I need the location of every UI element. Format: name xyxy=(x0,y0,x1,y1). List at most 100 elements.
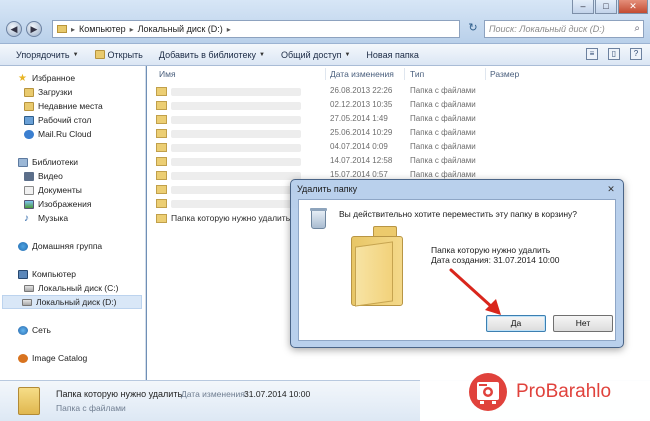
music-icon: ♪ xyxy=(24,212,29,224)
nav-video[interactable]: Видео xyxy=(24,170,63,182)
nav-computer[interactable]: Компьютер xyxy=(18,268,76,280)
row-date: 26.08.2013 22:26 xyxy=(330,86,393,95)
window-titlebar: – □ ✕ ◀ ▶ ▸ Компьютер ▸ Локальный диск (… xyxy=(0,0,650,44)
table-row[interactable]: 26.08.2013 22:26 Папка с файлами xyxy=(147,86,647,97)
organize-button[interactable]: Упорядочить ▼ xyxy=(8,46,87,64)
nav-desktop[interactable]: Рабочий стол xyxy=(24,114,91,126)
organize-label: Упорядочить xyxy=(16,49,70,60)
folder-icon xyxy=(57,25,67,33)
row-type: Папка с файлами xyxy=(410,142,476,151)
table-row[interactable]: 04.07.2014 0:09 Папка с файлами xyxy=(147,142,647,153)
nav-network[interactable]: Сеть xyxy=(18,324,51,336)
table-row[interactable]: 25.06.2014 10:29 Папка с файлами xyxy=(147,128,647,139)
dialog-body: Вы действительно хотите переместить эту … xyxy=(298,199,616,341)
maximize-icon[interactable]: □ xyxy=(595,0,617,14)
nav-music[interactable]: ♪ Музыка xyxy=(24,212,68,224)
nav-label: Недавние места xyxy=(38,101,103,111)
folder-icon xyxy=(156,199,167,208)
column-date[interactable]: Дата изменения xyxy=(330,66,394,82)
row-type: Папка с файлами xyxy=(410,156,476,165)
nav-drive-c[interactable]: Локальный диск (C:) xyxy=(24,282,118,294)
blurred-name xyxy=(171,186,301,194)
close-icon[interactable]: ✕ xyxy=(618,0,648,14)
table-row[interactable]: 02.12.2013 10:35 Папка с файлами xyxy=(147,100,647,111)
probarahlo-logo-icon xyxy=(469,373,507,411)
details-date-label: Дата изменения: xyxy=(181,389,248,399)
nav-images[interactable]: Изображения xyxy=(24,198,91,210)
blurred-name xyxy=(171,102,301,110)
search-icon[interactable]: ⌕ xyxy=(634,23,640,34)
add-to-library-button[interactable]: Добавить в библиотеку ▼ xyxy=(151,46,273,64)
nav-label: Документы xyxy=(38,185,82,195)
folder-icon xyxy=(156,101,167,110)
yes-button[interactable]: Да xyxy=(486,315,546,332)
nav-libraries[interactable]: Библиотеки xyxy=(18,156,78,168)
row-type: Папка с файлами xyxy=(410,100,476,109)
blurred-name xyxy=(171,88,301,96)
star-icon: ★ xyxy=(18,72,27,84)
dialog-folder-name: Папка которую нужно удалить xyxy=(431,245,551,255)
video-icon xyxy=(24,171,34,181)
column-size[interactable]: Размер xyxy=(490,66,519,82)
command-bar: Упорядочить ▼ Открыть Добавить в библиот… xyxy=(0,44,650,66)
nav-downloads[interactable]: Загрузки xyxy=(24,86,72,98)
chevron-right-icon[interactable]: ▸ xyxy=(227,25,231,34)
nav-recent[interactable]: Недавние места xyxy=(24,100,103,112)
column-divider[interactable] xyxy=(404,68,405,80)
chevron-right-icon[interactable]: ▸ xyxy=(130,25,134,34)
address-bar[interactable]: ▸ Компьютер ▸ Локальный диск (D:) ▸ xyxy=(52,20,460,38)
nav-label: Сеть xyxy=(32,325,51,335)
chevron-down-icon: ▼ xyxy=(72,51,79,58)
back-icon[interactable]: ◀ xyxy=(6,21,22,37)
chevron-down-icon: ▼ xyxy=(344,51,351,58)
nav-homegroup[interactable]: Домашняя группа xyxy=(18,240,102,252)
row-date: 02.12.2013 10:35 xyxy=(330,100,393,109)
table-row[interactable]: 14.07.2014 12:58 Папка с файлами xyxy=(147,156,647,167)
close-icon[interactable]: ✕ xyxy=(605,184,617,195)
details-type: Папка с файлами xyxy=(56,403,126,413)
dialog-title: Удалить папку xyxy=(297,184,358,194)
search-input[interactable]: Поиск: Локальный диск (D:) ⌕ xyxy=(484,20,644,38)
nav-image-catalog[interactable]: Image Catalog xyxy=(18,352,87,364)
row-date: 04.07.2014 0:09 xyxy=(330,142,388,151)
blurred-name xyxy=(171,144,301,152)
minimize-icon[interactable]: – xyxy=(572,0,594,14)
folder-icon xyxy=(156,157,167,166)
nav-favorites[interactable]: ★ Избранное xyxy=(18,72,75,84)
recycle-bin-icon xyxy=(310,208,327,229)
red-arrow-icon xyxy=(449,268,501,315)
folder-icon xyxy=(156,129,167,138)
chevron-right-icon[interactable]: ▸ xyxy=(71,25,75,34)
desktop-icon xyxy=(24,115,34,125)
nav-documents[interactable]: Документы xyxy=(24,184,82,196)
open-button[interactable]: Открыть xyxy=(87,46,151,64)
breadcrumb-computer[interactable]: Компьютер xyxy=(79,24,126,34)
column-type[interactable]: Тип xyxy=(410,66,424,82)
no-button[interactable]: Нет xyxy=(553,315,613,332)
blurred-name xyxy=(171,116,301,124)
column-divider[interactable] xyxy=(485,68,486,80)
navigation-pane: ★ Избранное Загрузки Недавние места Рабо… xyxy=(0,66,146,380)
forward-icon[interactable]: ▶ xyxy=(26,21,42,37)
image-catalog-icon xyxy=(18,353,28,363)
refresh-icon[interactable]: ↻ xyxy=(464,20,482,38)
share-label: Общий доступ xyxy=(280,49,342,60)
chevron-down-icon: ▼ xyxy=(259,51,265,58)
table-row[interactable]: 27.05.2014 1:49 Папка с файлами xyxy=(147,114,647,125)
nav-mailru[interactable]: Mail.Ru Cloud xyxy=(24,128,91,140)
column-name[interactable]: Имя xyxy=(159,66,176,82)
row-type: Папка с файлами xyxy=(410,170,476,179)
preview-pane-icon[interactable]: ▯ xyxy=(608,48,620,60)
help-icon[interactable]: ? xyxy=(630,48,642,60)
column-divider[interactable] xyxy=(325,68,326,80)
nav-drive-d[interactable]: Локальный диск (D:) xyxy=(2,295,142,309)
share-button[interactable]: Общий доступ ▼ xyxy=(273,46,358,64)
breadcrumb-drive-d[interactable]: Локальный диск (D:) xyxy=(138,24,223,34)
nav-label: Избранное xyxy=(32,73,76,83)
blurred-name xyxy=(171,130,301,138)
new-folder-button[interactable]: Новая папка xyxy=(358,46,426,64)
folder-icon xyxy=(351,226,403,307)
view-options-icon[interactable]: ≡ xyxy=(586,48,598,60)
watermark-text: ProBarahlo xyxy=(516,381,612,402)
network-icon xyxy=(18,325,28,335)
